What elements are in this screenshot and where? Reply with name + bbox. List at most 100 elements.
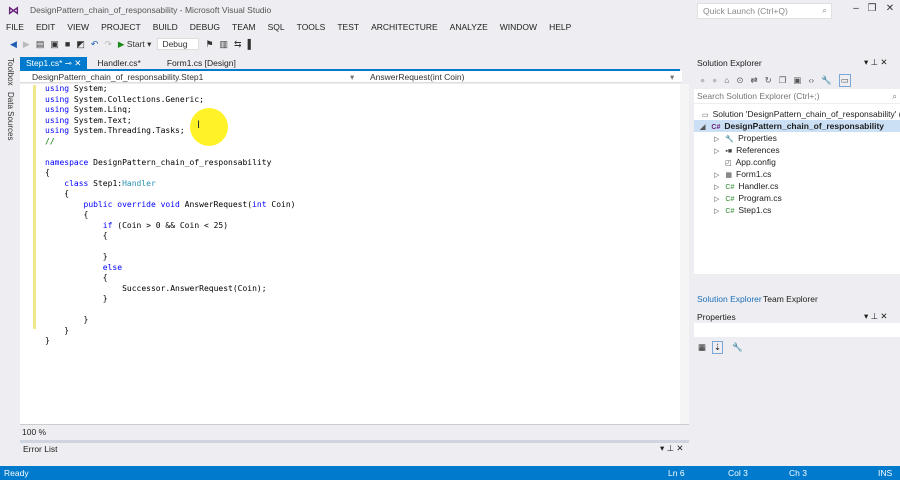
toolbox-tab[interactable]: Toolbox: [6, 58, 15, 86]
restore-button[interactable]: ❐: [864, 3, 880, 14]
tab-step1[interactable]: Step1.cs* ⊸ ✕: [20, 57, 88, 69]
minimize-button[interactable]: –: [848, 3, 864, 14]
panel-controls-icon[interactable]: ▾ ⊥ ✕: [864, 311, 888, 322]
tab-team-explorer[interactable]: Team Explorer: [763, 294, 818, 304]
show-all-files-icon[interactable]: ▣: [793, 75, 801, 86]
tab-form1-design[interactable]: Form1.cs [Design]: [161, 57, 242, 69]
data-sources-tab[interactable]: Data Sources: [6, 92, 15, 140]
back-icon[interactable]: ●: [700, 75, 705, 85]
new-project-icon[interactable]: ▤: [36, 39, 45, 50]
menu-sql[interactable]: SQL: [262, 20, 291, 34]
forward-icon[interactable]: ●: [712, 75, 717, 85]
back-icon[interactable]: ◀: [10, 39, 17, 50]
menu-tools[interactable]: TOOLS: [291, 20, 332, 34]
solution-explorer-title: Solution Explorer: [697, 58, 762, 68]
expand-arrow-icon[interactable]: ▷: [714, 184, 719, 191]
expand-arrow-icon[interactable]: ▷: [714, 136, 719, 143]
redo-icon[interactable]: ↷: [104, 39, 112, 50]
save-icon[interactable]: ■: [65, 39, 70, 49]
menu-debug[interactable]: DEBUG: [184, 20, 226, 34]
properties-panel: Properties ▾ ⊥ ✕ ▦ ⇣ 🔧: [694, 311, 900, 461]
expand-arrow-icon[interactable]: ▷: [714, 196, 719, 203]
menu-edit[interactable]: EDIT: [30, 20, 61, 34]
object-selector[interactable]: [694, 323, 900, 337]
tree-references[interactable]: ▷ ▪■ References: [714, 144, 780, 156]
chevron-down-icon[interactable]: ▾: [670, 72, 674, 83]
chevron-down-icon[interactable]: ▾: [350, 72, 354, 83]
code-line: else: [45, 263, 295, 274]
categorized-icon[interactable]: ▦: [698, 342, 706, 353]
type-dropdown[interactable]: DesignPattern_chain_of_responsability.St…: [32, 72, 203, 82]
menu-architecture[interactable]: ARCHITECTURE: [365, 20, 444, 34]
status-bar: Ready Ln 6 Col 3 Ch 3 INS: [0, 466, 900, 480]
pending-changes-icon[interactable]: ⊙: [736, 75, 743, 86]
configuration-select[interactable]: Debug: [157, 38, 200, 50]
expand-arrow-icon[interactable]: ▷: [714, 172, 719, 179]
bookmark-icon[interactable]: ⇆: [234, 39, 242, 50]
expanded-arrow-icon[interactable]: ◢: [700, 124, 705, 131]
menu-project[interactable]: PROJECT: [95, 20, 147, 34]
pin-icon[interactable]: ▾ ⊥ ✕: [660, 443, 684, 454]
sync-icon[interactable]: ⇄: [751, 75, 758, 86]
tab-solution-explorer[interactable]: Solution Explorer: [697, 294, 762, 304]
code-line: }: [45, 294, 295, 305]
menu-test[interactable]: TEST: [331, 20, 365, 34]
form-icon: ▦: [725, 172, 733, 179]
code-token: {: [45, 231, 108, 240]
csharp-file-icon: C#: [725, 208, 735, 215]
find-icon[interactable]: ⚑: [205, 39, 213, 50]
property-pages-icon[interactable]: 🔧: [732, 342, 743, 353]
view-code-icon[interactable]: ‹›: [808, 75, 814, 85]
properties-title: Properties: [697, 312, 736, 322]
alphabetical-icon[interactable]: ⇣: [712, 341, 724, 354]
comment-icon[interactable]: ▌: [248, 39, 254, 49]
node-label: Step1.cs: [738, 205, 772, 215]
vertical-scrollbar[interactable]: [680, 84, 689, 424]
menu-view[interactable]: VIEW: [61, 20, 95, 34]
collapse-all-icon[interactable]: ❐: [779, 75, 787, 86]
code-line: namespace DesignPattern_chain_of_respons…: [45, 158, 295, 169]
expand-arrow-icon[interactable]: ▷: [714, 208, 719, 215]
open-icon[interactable]: ▣: [50, 39, 59, 50]
zoom-level-select[interactable]: 100 %: [22, 427, 46, 437]
tree-properties[interactable]: ▷ 🔧 Properties: [714, 132, 777, 144]
solution-search-input[interactable]: Search Solution Explorer (Ctrl+;) ⌕: [694, 89, 900, 103]
close-tab-icon[interactable]: ✕: [74, 58, 81, 68]
start-button[interactable]: ▶ Start ▾: [118, 39, 152, 50]
panel-controls-icon[interactable]: ▾ ⊥ ✕: [864, 57, 888, 68]
align-icon[interactable]: ▥: [220, 39, 229, 50]
code-token: {: [45, 168, 50, 177]
forward-icon[interactable]: ▶: [23, 39, 30, 50]
tree-step1[interactable]: ▷ C# Step1.cs: [714, 204, 771, 216]
menu-analyze[interactable]: ANALYZE: [444, 20, 494, 34]
tree-program[interactable]: ▷ C# Program.cs: [714, 192, 782, 204]
tree-solution[interactable]: ▭ Solution 'DesignPattern_chain_of_respon…: [702, 108, 900, 120]
tab-handler[interactable]: Handler.cs*: [91, 57, 146, 69]
error-list-panel: Error List ▾ ⊥ ✕: [20, 440, 689, 466]
properties-icon[interactable]: 🔧: [821, 75, 832, 86]
member-dropdown[interactable]: AnswerRequest(int Coin): [370, 72, 464, 82]
undo-icon[interactable]: ↶: [91, 39, 99, 50]
pin-icon[interactable]: ⊸: [65, 58, 72, 68]
code-token: //: [45, 136, 55, 146]
home-icon[interactable]: ⌂: [724, 75, 729, 85]
preview-icon[interactable]: ▭: [838, 73, 851, 87]
menu-window[interactable]: WINDOW: [494, 20, 543, 34]
tree-handler[interactable]: ▷ C# Handler.cs: [714, 180, 779, 192]
menu-build[interactable]: BUILD: [147, 20, 184, 34]
code-editor[interactable]: using System; using System.Collections.Ge…: [20, 84, 680, 424]
refresh-icon[interactable]: ↻: [765, 75, 772, 86]
tree-project[interactable]: ◢ C# DesignPattern_chain_of_responsability: [694, 120, 900, 132]
quick-launch-input[interactable]: Quick Launch (Ctrl+Q) ⌕: [697, 3, 832, 19]
tree-app-config[interactable]: ◰ App.config: [725, 156, 776, 168]
document-tabs: Step1.cs* ⊸ ✕ Handler.cs* Form1.cs [Desi…: [20, 57, 256, 69]
menu-team[interactable]: TEAM: [226, 20, 262, 34]
close-button[interactable]: ✕: [882, 3, 898, 14]
csharp-project-icon: C#: [711, 124, 721, 131]
menu-help[interactable]: HELP: [543, 20, 577, 34]
expand-arrow-icon[interactable]: ▷: [714, 148, 719, 155]
quick-launch-placeholder: Quick Launch (Ctrl+Q): [703, 6, 788, 16]
save-all-icon[interactable]: ◩: [76, 39, 85, 50]
menu-file[interactable]: FILE: [0, 20, 30, 34]
tree-form1[interactable]: ▷ ▦ Form1.cs: [714, 168, 771, 180]
